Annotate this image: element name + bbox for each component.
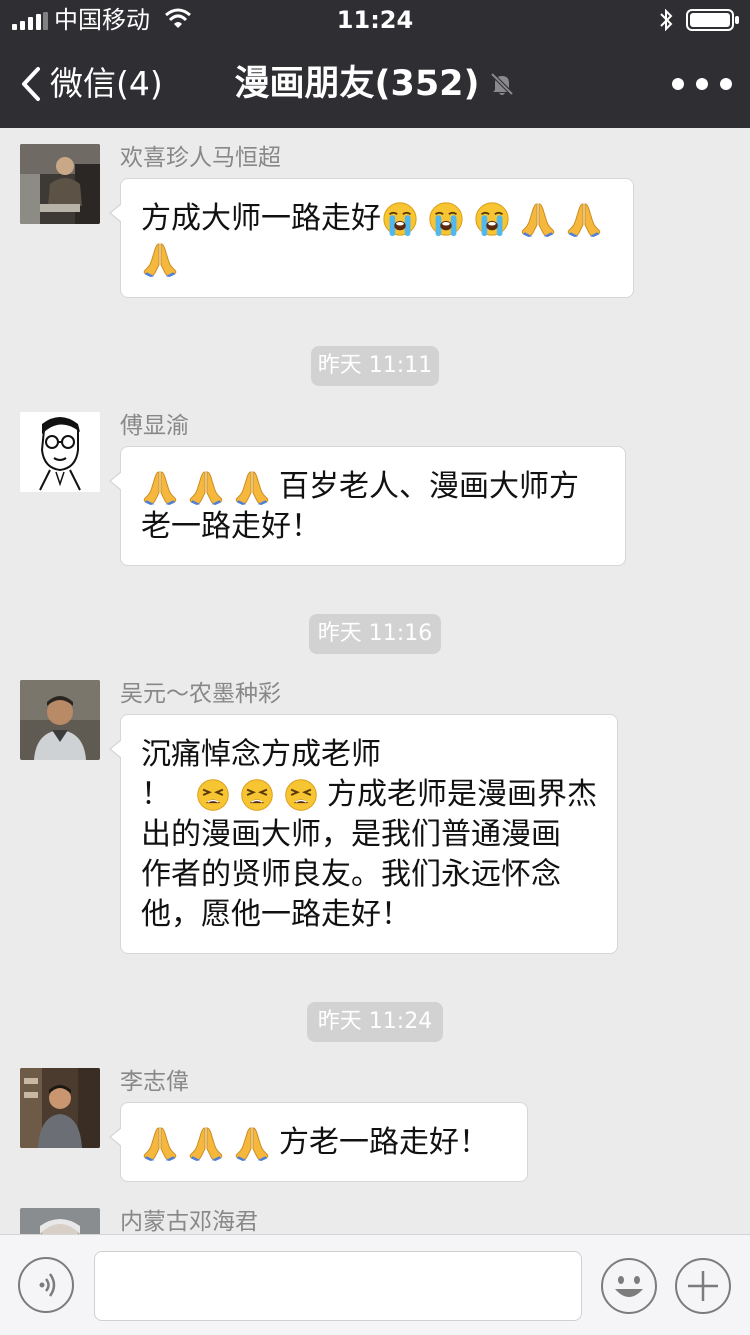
bell-slash-icon [490,72,513,96]
message-text: 他，愿他一路走好！ [141,897,411,932]
timestamp: 昨天 11:16 [309,614,441,654]
nav-bar: 微信(4) 漫画朋友(352) [0,40,750,128]
sender-name: 内蒙古邓海君 [120,1209,258,1234]
status-bar: 中国移动 11:24 [0,0,750,40]
loudly-crying-face-icon [381,200,419,238]
message-bubble[interactable]: 方成大师一路走好 [109,178,634,298]
message-line: 出的漫画大师，是我们普通漫画 [141,815,597,855]
avatar[interactable] [20,680,100,760]
folded-hands-icon [187,468,225,506]
message-text: 老一路走好！ [141,509,321,544]
plus-button[interactable] [674,1257,732,1315]
message-text: 方成大师一路走好 [141,201,381,236]
avatar-caricature [20,412,100,492]
avatar[interactable] [20,1068,100,1148]
folded-hands-icon [519,200,557,238]
folded-hands-icon [233,1124,271,1162]
bluetooth-icon [660,8,673,32]
message-text: 方成老师是漫画界杰 [327,777,597,812]
more-dot [672,78,684,90]
message-line: 方成大师一路走好 [141,199,613,239]
message-input[interactable] [94,1251,582,1321]
input-bar [0,1234,750,1335]
tired-face-icon [283,776,319,814]
message-line [141,239,613,279]
emoji-button[interactable] [600,1257,658,1315]
message-text: 作者的贤师良友。我们永远怀念 [141,857,561,892]
message-line: 作者的贤师良友。我们永远怀念 [141,855,597,895]
folded-hands-icon [187,1124,225,1162]
sender-name: 李志偉 [120,1069,189,1095]
avatar[interactable] [20,144,100,224]
timestamp: 昨天 11:24 [307,1002,443,1042]
tired-face-icon [195,776,231,814]
folded-hands-icon [565,200,603,238]
message-text: 沉痛悼念方成老师 [141,737,381,772]
avatar[interactable] [20,1208,100,1234]
message-text: 出的漫画大师，是我们普通漫画 [141,817,561,852]
message-bubble[interactable]: 沉痛悼念方成老师 ！ 方成老师是漫画界杰 出的漫画大师，是我们普通漫画 作者的贤… [109,714,618,954]
top-bar: 中国移动 11:24 微信(4) 漫画朋友(352) [0,0,750,128]
message-line: 百岁老人、漫画大师方 [141,467,605,507]
message-bubble[interactable]: 方老一路走好！ [109,1102,528,1182]
avatar-photo [20,680,100,760]
tired-face-icon [239,776,275,814]
avatar-photo [20,144,100,224]
sender-name: 吴元～农墨种彩 [120,681,281,707]
message-text: 方老一路走好！ [279,1125,489,1160]
message-line: 他，愿他一路走好！ [141,895,597,935]
nav-title-group: 漫画朋友(352) [0,60,750,108]
voice-button[interactable] [18,1257,74,1313]
more-dot [696,78,708,90]
sender-name: 欢喜珍人马恒超 [120,145,281,171]
loudly-crying-face-icon [427,200,465,238]
message-text: ！ [141,777,171,812]
folded-hands-icon [233,468,271,506]
status-time: 11:24 [336,6,414,34]
message-line: 方老一路走好！ [141,1123,507,1163]
sender-name: 傅显渝 [120,413,189,439]
message-line: 老一路走好！ [141,507,605,547]
more-dot [720,78,732,90]
folded-hands-icon [141,240,179,278]
message-line: ！ 方成老师是漫画界杰 [141,775,597,815]
loudly-crying-face-icon [473,200,511,238]
voice-icon [39,1273,56,1297]
chat-title: 漫画朋友(352) [234,64,480,104]
avatar-photo [20,1068,100,1148]
timestamp: 昨天 11:11 [311,346,439,386]
folded-hands-icon [141,468,179,506]
chat-area[interactable]: 欢喜珍人马恒超 方成大师一路走好 昨天 11:11 傅显渝 百岁老人、漫画大师方… [0,128,750,1234]
more-button[interactable] [672,70,732,98]
message-line: 沉痛悼念方成老师 [141,735,597,775]
battery-icon [686,9,739,31]
message-text: 百岁老人、漫画大师方 [279,469,579,504]
avatar[interactable] [20,412,100,492]
folded-hands-icon [141,1124,179,1162]
message-bubble[interactable]: 百岁老人、漫画大师方 老一路走好！ [109,446,626,566]
avatar-photo [20,1208,100,1234]
